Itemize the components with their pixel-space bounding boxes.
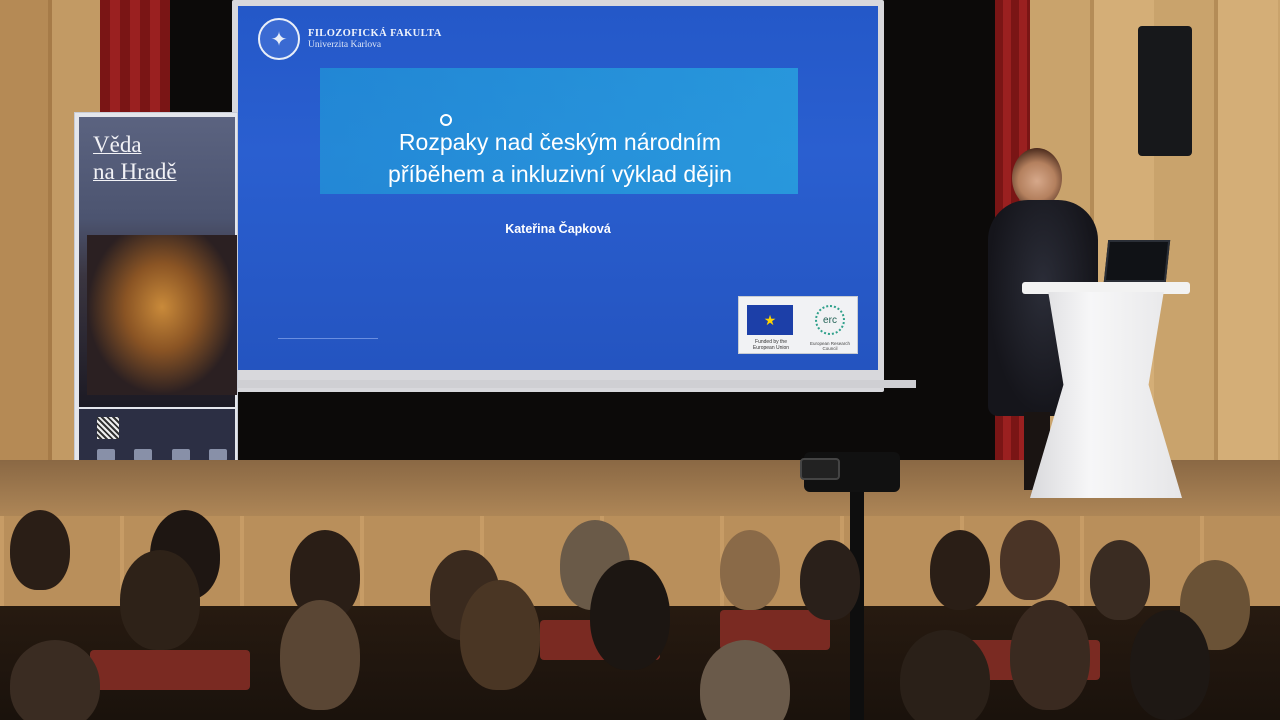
eu-funding-text: Funded by the European Union [752, 339, 790, 351]
banner-title-line-1: Věda [93, 132, 142, 157]
audience-member [700, 640, 790, 720]
university-seal-icon: ✦ [258, 18, 300, 60]
audience-member [930, 530, 990, 610]
slide-title-line-1: Rozpaky nad českým národním [398, 129, 722, 155]
audience-member [590, 560, 670, 670]
audience-member [10, 640, 100, 720]
slide-title: Rozpaky nad českým národním příběhem a i… [330, 126, 790, 190]
seat [90, 650, 250, 690]
roll-up-banner: Věda na Hradě [74, 112, 238, 480]
banner-image: Věda na Hradě [79, 117, 237, 407]
audience-member [10, 510, 70, 590]
pointer-cursor-icon [440, 114, 452, 126]
slide-title-line-2: příběhem a inkluzivní výklad dějin [388, 161, 732, 187]
slide-author: Kateřina Čapková [505, 222, 611, 236]
camera-lens-icon [800, 458, 840, 480]
audience-member [120, 550, 200, 650]
banner-title-line-2: na Hradě [93, 159, 177, 184]
audience-member [280, 600, 360, 710]
slide-divider [278, 338, 378, 339]
eu-flag-icon: ★ [747, 305, 793, 335]
screen-bottom-bar [236, 380, 916, 388]
funding-logos: ★ Funded by the European Union erc Europ… [738, 296, 858, 354]
audience-member [1130, 610, 1210, 720]
prague-castle-photo [87, 235, 237, 395]
lecture-hall-scene: ✦ FILOZOFICKÁ FAKULTA Univerzita Karlova… [0, 0, 1280, 720]
audience-member [720, 530, 780, 610]
banner-title: Věda na Hradě [93, 131, 177, 185]
audience-member [1000, 520, 1060, 600]
erc-text: European Research Council [809, 341, 851, 351]
left-curtain [100, 0, 170, 120]
audience-member [1010, 600, 1090, 710]
erc-logo-icon: erc [815, 305, 845, 335]
wall-loudspeaker [1138, 26, 1192, 156]
university-name: FILOZOFICKÁ FAKULTA [308, 28, 442, 39]
presentation-slide: ✦ FILOZOFICKÁ FAKULTA Univerzita Karlova… [238, 6, 878, 370]
audience-member [800, 540, 860, 620]
speaker-head [1012, 148, 1062, 208]
audience-member [900, 630, 990, 720]
laptop-icon [1103, 240, 1171, 282]
university-subtitle: Univerzita Karlova [308, 40, 382, 50]
audience-member [460, 580, 540, 690]
audience [0, 500, 1280, 720]
audience-member [1090, 540, 1150, 620]
qr-code-icon [97, 417, 119, 439]
